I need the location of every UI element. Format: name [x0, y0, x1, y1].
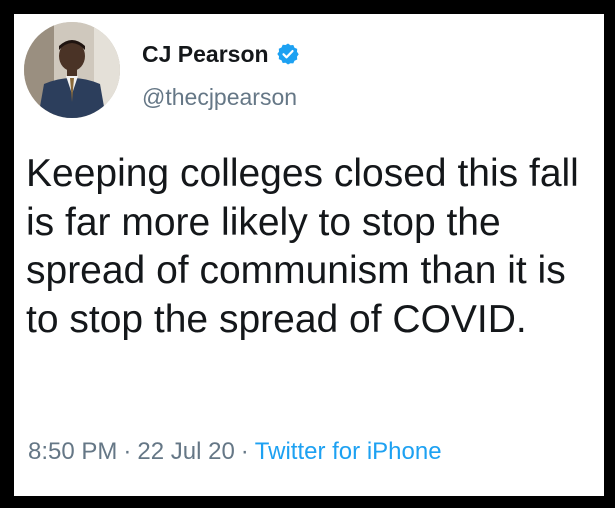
- author-handle[interactable]: @thecjpearson: [142, 84, 297, 111]
- tweet-card: CJ Pearson @thecjpearson Keeping college…: [14, 14, 604, 496]
- tweet-date[interactable]: 22 Jul 20: [137, 438, 234, 465]
- avatar[interactable]: [24, 22, 120, 118]
- author-name-row: CJ Pearson: [142, 38, 300, 70]
- tweet-text: Keeping colleges closed this fall is far…: [26, 152, 579, 341]
- tweet-time[interactable]: 8:50 PM: [28, 438, 117, 465]
- verified-badge-icon: [276, 43, 299, 65]
- meta-separator: ·: [240, 438, 249, 465]
- avatar-photo-icon: [24, 22, 120, 118]
- tweet-source-link[interactable]: Twitter for iPhone: [255, 438, 442, 465]
- tweet-meta: 8:50 PM · 22 Jul 20 · Twitter for iPhone: [28, 438, 442, 466]
- display-name[interactable]: CJ Pearson: [142, 41, 269, 68]
- meta-separator: ·: [123, 438, 132, 465]
